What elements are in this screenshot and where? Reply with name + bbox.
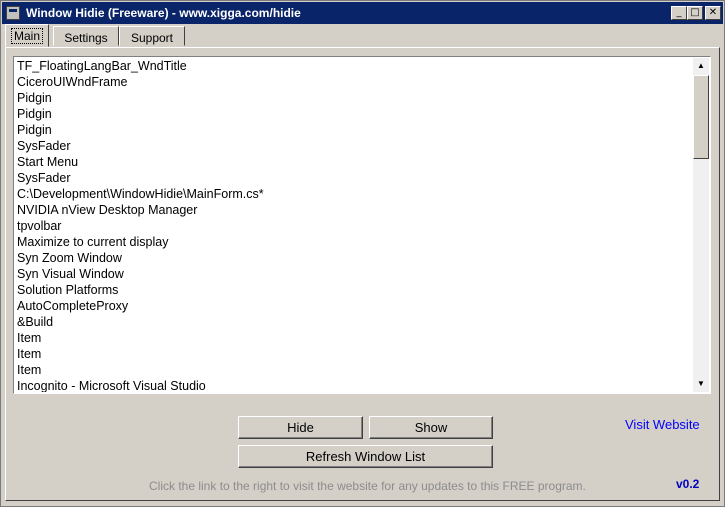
tab-main-label: Main <box>10 28 44 44</box>
window-title: Window Hidie (Freeware) - www.xigga.com/… <box>26 6 301 20</box>
scroll-up-icon[interactable]: ▲ <box>693 58 709 74</box>
tab-main[interactable]: Main <box>5 24 49 47</box>
hide-button[interactable]: Hide <box>238 416 363 439</box>
close-button[interactable]: ✕ <box>705 6 721 20</box>
list-item[interactable]: SysFader <box>16 138 693 154</box>
vertical-scrollbar[interactable]: ▲ ▼ <box>693 58 709 392</box>
list-item[interactable]: Syn Zoom Window <box>16 250 693 266</box>
list-item[interactable]: SysFader <box>16 170 693 186</box>
list-item[interactable]: Syn Visual Window <box>16 266 693 282</box>
list-item[interactable]: Item <box>16 330 693 346</box>
tab-settings-label: Settings <box>64 31 108 45</box>
show-button[interactable]: Show <box>369 416 493 439</box>
version-label: v0.2 <box>676 477 700 491</box>
title-bar[interactable]: Window Hidie (Freeware) - www.xigga.com/… <box>2 2 723 24</box>
app-window: Window Hidie (Freeware) - www.xigga.com/… <box>0 0 725 507</box>
list-item[interactable]: Item <box>16 346 693 362</box>
list-item[interactable]: NVIDIA nView Desktop Manager <box>16 202 693 218</box>
list-item[interactable]: CiceroUIWndFrame <box>16 74 693 90</box>
tab-settings[interactable]: Settings <box>53 26 119 46</box>
minimize-button[interactable]: _ <box>671 6 687 20</box>
tab-support-label: Support <box>130 31 174 45</box>
visit-website-link[interactable]: Visit Website <box>625 417 700 432</box>
tab-support[interactable]: Support <box>119 26 185 46</box>
scrollbar-thumb[interactable] <box>693 75 709 159</box>
list-item[interactable]: Solution Platforms <box>16 282 693 298</box>
list-item[interactable]: AutoCompleteProxy <box>16 298 693 314</box>
window-listbox[interactable]: TF_FloatingLangBar_WndTitle CiceroUIWndF… <box>13 56 711 394</box>
window-list[interactable]: TF_FloatingLangBar_WndTitle CiceroUIWndF… <box>16 58 693 392</box>
refresh-window-list-button[interactable]: Refresh Window List <box>238 445 493 468</box>
list-item[interactable]: Incognito - Microsoft Visual Studio <box>16 378 693 392</box>
list-item[interactable]: Start Menu <box>16 154 693 170</box>
list-item[interactable]: Pidgin <box>16 122 693 138</box>
list-item[interactable]: TF_FloatingLangBar_WndTitle <box>16 58 693 74</box>
list-item[interactable]: Pidgin <box>16 90 693 106</box>
list-item[interactable]: tpvolbar <box>16 218 693 234</box>
list-item[interactable]: Item <box>16 362 693 378</box>
list-item[interactable]: &Build <box>16 314 693 330</box>
scroll-down-icon[interactable]: ▼ <box>693 376 709 392</box>
list-item[interactable]: Maximize to current display <box>16 234 693 250</box>
list-item[interactable]: Pidgin <box>16 106 693 122</box>
app-window-icon <box>6 6 20 20</box>
maximize-button[interactable]: □ <box>687 6 703 20</box>
update-hint-text: Click the link to the right to visit the… <box>149 479 586 493</box>
list-item[interactable]: C:\Development\WindowHidie\MainForm.cs* <box>16 186 693 202</box>
